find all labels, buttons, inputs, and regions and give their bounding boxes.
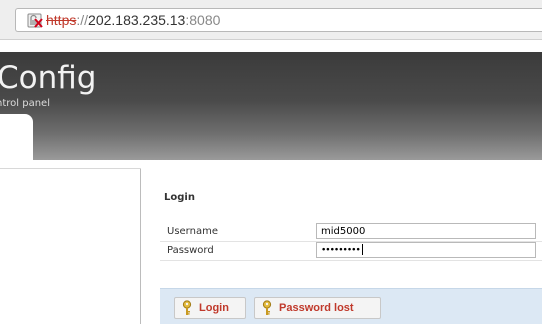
url-port: :8080 bbox=[185, 12, 221, 28]
login-button-label: Login bbox=[199, 302, 229, 314]
key-icon bbox=[262, 300, 272, 315]
password-mask: ••••••••• bbox=[321, 245, 361, 256]
header-tab[interactable] bbox=[0, 114, 33, 160]
url-host: 202.183.235.13 bbox=[88, 12, 186, 28]
password-lost-button[interactable]: Password lost bbox=[254, 297, 381, 319]
key-icon bbox=[182, 300, 192, 315]
text-cursor bbox=[361, 244, 363, 255]
address-bar[interactable]: https://202.183.235.13:8080 bbox=[15, 8, 542, 32]
form-actions: Login Password lost bbox=[160, 288, 542, 324]
broken-lock-icon[interactable] bbox=[27, 13, 43, 28]
password-lost-button-label: Password lost bbox=[279, 302, 354, 314]
browser-toolbar: https://202.183.235.13:8080 bbox=[0, 0, 542, 40]
url-separator: :// bbox=[76, 12, 89, 28]
page-header: Config ntrol panel bbox=[0, 52, 542, 160]
username-input[interactable] bbox=[316, 223, 536, 239]
password-row: Password ••••••••• bbox=[160, 241, 542, 261]
username-row: Username bbox=[160, 222, 542, 242]
page-subtitle: ntrol panel bbox=[0, 98, 50, 109]
url-text[interactable]: https://202.183.235.13:8080 bbox=[46, 12, 220, 28]
username-label: Username bbox=[167, 226, 218, 237]
password-label: Password bbox=[167, 245, 214, 256]
sidebar-divider bbox=[0, 168, 141, 169]
login-button[interactable]: Login bbox=[174, 297, 246, 319]
page-title: Config bbox=[0, 60, 97, 96]
url-scheme: https bbox=[46, 12, 77, 28]
password-input[interactable]: ••••••••• bbox=[316, 242, 536, 258]
sidebar bbox=[0, 168, 141, 324]
login-heading: Login bbox=[164, 192, 195, 203]
